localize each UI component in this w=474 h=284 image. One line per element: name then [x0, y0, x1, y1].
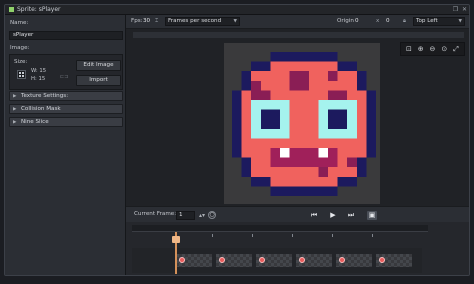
timeline[interactable]	[126, 222, 469, 275]
sprite-preview-image	[232, 52, 376, 196]
close-icon[interactable]: ✕	[461, 6, 468, 13]
sprite-toolbar: Fps: 30 ⌶ Frames per second ▼ Origin 0 x…	[126, 15, 469, 29]
sprite-canvas[interactable]: ⊡ ⊕ ⊖ ⊙ ⤢	[126, 29, 469, 206]
zoom-in-icon[interactable]: ⊕	[416, 44, 426, 54]
texture-settings-section[interactable]: ▶ Texture Settings:	[9, 91, 123, 101]
fit-icon[interactable]: ⊡	[404, 44, 414, 54]
height-value: H: 15	[31, 76, 46, 82]
current-frame-label: Current Frame:	[134, 211, 177, 217]
import-button[interactable]: Import	[76, 75, 121, 86]
origin-y-input[interactable]: 0	[386, 18, 390, 24]
skip-forward-icon[interactable]: ⏭	[346, 211, 356, 220]
section-label: Nine Slice	[21, 119, 49, 125]
playhead-handle[interactable]	[172, 236, 180, 243]
keyframe-dot	[339, 257, 345, 263]
onion-icon[interactable]: ○	[208, 211, 216, 219]
zoom-reset-icon[interactable]: ⊙	[439, 44, 449, 54]
origin-separator: x	[376, 18, 380, 24]
frame-thumbnail[interactable]	[296, 254, 332, 267]
expand-icon[interactable]: ⤢	[451, 44, 461, 54]
timeline-marker	[332, 234, 333, 237]
skip-back-icon[interactable]: ⏮	[309, 211, 319, 220]
keyframe-dot	[219, 257, 225, 263]
size-label: Size:	[14, 59, 28, 65]
stepper-icon[interactable]: ▴▾	[197, 211, 207, 220]
keyframe-dot	[379, 257, 385, 263]
sprite-editor-window: Sprite: sPlayer ❐ ✕ Name: sPlayer Image:…	[4, 4, 470, 276]
image-box: Size: W: 15 H: 15 ⊏⊐ Edit Image Import	[9, 54, 123, 90]
size-icon	[17, 70, 26, 79]
keyframe-dot	[259, 257, 265, 263]
origin-preset-value: Top Left	[416, 18, 438, 24]
timeline-marker	[212, 234, 213, 237]
zoom-controls: ⊡ ⊕ ⊖ ⊙ ⤢	[400, 42, 465, 56]
cursor-icon: ⌶	[155, 18, 159, 24]
play-icon[interactable]: ▶	[328, 211, 338, 220]
properties-panel: Name: sPlayer Image: Size: W: 15 H: 15 ⊏…	[5, 15, 126, 275]
frame-thumbnail[interactable]	[336, 254, 372, 267]
sprite-icon	[9, 7, 14, 12]
frame-thumbnail[interactable]	[376, 254, 412, 267]
canvas-ruler	[133, 32, 464, 38]
chevron-down-icon: ▼	[458, 19, 462, 24]
fps-input[interactable]: 30	[143, 18, 150, 24]
name-field[interactable]: sPlayer	[9, 31, 123, 40]
lock-icon[interactable]: ⊏⊐	[60, 74, 68, 80]
timeline-marker	[372, 234, 373, 237]
loop-icon[interactable]: ▣	[367, 211, 377, 220]
nine-slice-section[interactable]: ▶ Nine Slice	[9, 117, 123, 127]
lock-icon[interactable]: 🔒︎	[403, 18, 406, 25]
name-label: Name:	[10, 20, 29, 26]
chevron-down-icon: ▼	[233, 19, 237, 24]
section-label: Collision Mask	[21, 106, 61, 112]
frame-thumbnail[interactable]	[256, 254, 292, 267]
origin-preset-select[interactable]: Top Left ▼	[413, 17, 465, 26]
origin-x-input[interactable]: 0	[355, 18, 359, 24]
current-frame-input[interactable]: 1	[176, 211, 195, 220]
frame-thumbnail[interactable]	[216, 254, 252, 267]
window-title: Sprite: sPlayer	[17, 6, 61, 13]
chevron-right-icon: ▶	[13, 120, 17, 125]
frame-thumbnail[interactable]	[176, 254, 212, 267]
edit-image-button[interactable]: Edit Image	[76, 60, 121, 71]
width-value: W: 15	[31, 68, 47, 74]
zoom-out-icon[interactable]: ⊖	[427, 44, 437, 54]
fps-label: Fps:	[131, 18, 143, 24]
section-label: Texture Settings:	[21, 93, 69, 99]
timeline-marker	[252, 234, 253, 237]
origin-label: Origin	[337, 18, 354, 24]
restore-icon[interactable]: ❐	[452, 6, 459, 13]
collision-mask-section[interactable]: ▶ Collision Mask	[9, 104, 123, 114]
chevron-right-icon: ▶	[13, 94, 17, 99]
chevron-right-icon: ▶	[13, 107, 17, 112]
image-label: Image:	[10, 45, 30, 51]
frame-bar: Current Frame: 1 ▴▾ ○ ⏮ ▶ ⏭ ▣	[126, 206, 469, 222]
fps-mode-select[interactable]: Frames per second ▼	[165, 17, 240, 26]
timeline-marker	[292, 234, 293, 237]
keyframe-dot	[299, 257, 305, 263]
keyframe-dot	[179, 257, 185, 263]
fps-mode-value: Frames per second	[168, 18, 222, 24]
title-bar: Sprite: sPlayer ❐ ✕	[5, 5, 469, 15]
